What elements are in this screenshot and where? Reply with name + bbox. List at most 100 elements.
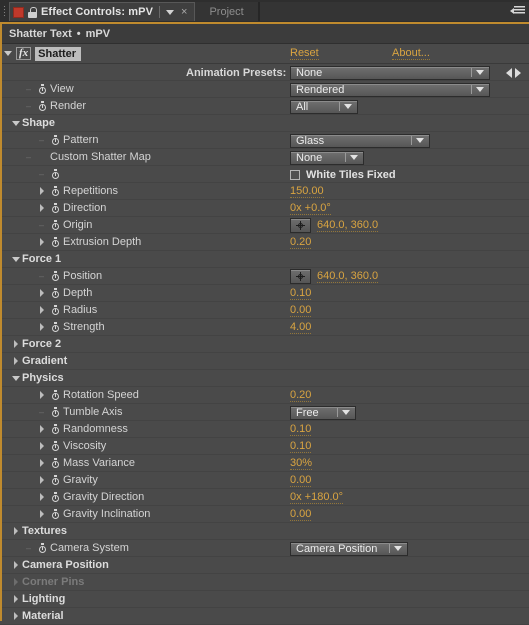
twirl-toggle[interactable] (9, 612, 22, 620)
stopwatch-icon[interactable] (48, 237, 63, 247)
row-lighting[interactable]: Lighting (0, 591, 529, 608)
point-picker-icon-position[interactable] (290, 269, 311, 284)
previous-preset-icon[interactable] (506, 67, 512, 78)
stopwatch-icon[interactable] (35, 84, 50, 94)
twirl-toggle[interactable] (9, 357, 22, 365)
row-depth[interactable]: Depth 0.10 (0, 285, 529, 302)
stopwatch-icon[interactable] (48, 322, 63, 332)
twirl-right-icon[interactable] (39, 391, 44, 399)
twirl-toggle[interactable] (9, 256, 22, 262)
twirl-right-icon[interactable] (13, 527, 18, 535)
twirl-right-icon[interactable] (39, 204, 44, 212)
stopwatch-icon[interactable] (48, 186, 63, 196)
twirl-right-icon[interactable] (13, 340, 18, 348)
twirl-toggle[interactable] (35, 476, 48, 484)
stopwatch-icon[interactable] (48, 441, 63, 451)
row-gravity-inclination[interactable]: Gravity Inclination 0.00 (0, 506, 529, 523)
stopwatch-icon[interactable] (48, 424, 63, 434)
twirl-toggle[interactable] (9, 120, 22, 126)
value-gravity[interactable]: 0.00 (290, 474, 312, 487)
twirl-right-icon[interactable] (39, 459, 44, 467)
twirl-toggle[interactable] (35, 391, 48, 399)
row-direction[interactable]: Direction 0x +0.0° (0, 200, 529, 217)
dropdown-custom-shatter-map[interactable]: None (290, 150, 364, 165)
row-shape[interactable]: Shape (0, 115, 529, 132)
twirl-toggle[interactable] (9, 578, 22, 586)
stopwatch-icon[interactable] (48, 492, 63, 502)
dropdown-view[interactable]: Rendered (290, 82, 490, 97)
stopwatch-icon[interactable] (48, 407, 63, 417)
about-button[interactable]: About... (392, 47, 430, 60)
twirl-toggle[interactable] (35, 442, 48, 450)
row-randomness[interactable]: Randomness 0.10 (0, 421, 529, 438)
row-radius[interactable]: Radius 0.00 (0, 302, 529, 319)
twirl-right-icon[interactable] (13, 561, 18, 569)
chevron-down-icon[interactable] (166, 9, 175, 15)
checkbox-white-tiles-fixed[interactable] (290, 169, 300, 180)
stopwatch-icon[interactable] (48, 305, 63, 315)
twirl-right-icon[interactable] (39, 306, 44, 314)
value-extrusion-depth[interactable]: 0.20 (290, 236, 312, 249)
stopwatch-icon[interactable] (48, 203, 63, 213)
row-render[interactable]: – Render All (0, 98, 529, 115)
twirl-toggle[interactable] (35, 187, 48, 195)
row-rotation-speed[interactable]: Rotation Speed 0.20 (0, 387, 529, 404)
dropdown-camera-system[interactable]: Camera Position (290, 541, 408, 556)
point-picker-icon-origin[interactable] (290, 218, 311, 233)
twirl-right-icon[interactable] (13, 612, 18, 620)
twirl-right-icon[interactable] (39, 187, 44, 195)
twirl-toggle[interactable] (9, 561, 22, 569)
twirl-toggle[interactable] (35, 306, 48, 314)
twirl-toggle[interactable] (35, 459, 48, 467)
close-icon[interactable]: × (178, 6, 190, 18)
row-white-tiles-fixed[interactable]: – White Tiles Fixed (0, 166, 529, 183)
value-randomness[interactable]: 0.10 (290, 423, 312, 436)
stopwatch-icon[interactable] (48, 271, 63, 281)
lock-icon[interactable] (28, 6, 37, 18)
twirl-right-icon[interactable] (13, 357, 18, 365)
value-position[interactable]: 640.0, 360.0 (317, 270, 379, 283)
panel-menu-icon[interactable] (510, 5, 526, 16)
stopwatch-icon[interactable] (48, 220, 63, 230)
stopwatch-icon[interactable] (48, 390, 63, 400)
row-camera-position[interactable]: Camera Position (0, 557, 529, 574)
twirl-right-icon[interactable] (39, 238, 44, 246)
stopwatch-icon[interactable] (48, 509, 63, 519)
dropdown-pattern[interactable]: Glass (290, 133, 430, 148)
stopwatch-icon[interactable] (35, 543, 50, 553)
row-mass-variance[interactable]: Mass Variance 30% (0, 455, 529, 472)
fx-badge-icon[interactable]: fx (16, 47, 32, 60)
value-origin[interactable]: 640.0, 360.0 (317, 219, 379, 232)
twirl-right-icon[interactable] (39, 476, 44, 484)
twirl-right-icon[interactable] (39, 493, 44, 501)
twirl-toggle[interactable] (35, 289, 48, 297)
row-textures[interactable]: Textures (0, 523, 529, 540)
row-strength[interactable]: Strength 4.00 (0, 319, 529, 336)
row-camera-system[interactable]: – Camera System Camera Position (0, 540, 529, 557)
row-extrusion-depth[interactable]: Extrusion Depth 0.20 (0, 234, 529, 251)
twirl-toggle[interactable] (35, 510, 48, 518)
value-direction[interactable]: 0x +0.0° (290, 202, 331, 215)
next-preset-icon[interactable] (515, 67, 521, 78)
row-force-2[interactable]: Force 2 (0, 336, 529, 353)
row-viscosity[interactable]: Viscosity 0.10 (0, 438, 529, 455)
value-depth[interactable]: 0.10 (290, 287, 312, 300)
stopwatch-icon[interactable] (48, 475, 63, 485)
row-gravity[interactable]: Gravity 0.00 (0, 472, 529, 489)
row-custom-shatter-map[interactable]: – Custom Shatter Map None (0, 149, 529, 166)
row-view[interactable]: – View Rendered (0, 81, 529, 98)
tab-effect-controls[interactable]: Effect Controls: mPV × (9, 2, 196, 21)
stopwatch-icon[interactable] (48, 458, 63, 468)
twirl-toggle[interactable] (35, 493, 48, 501)
animation-presets-dropdown[interactable]: None (290, 65, 490, 80)
panel-drag-handle[interactable] (0, 0, 9, 22)
effect-header-shatter[interactable]: fx Shatter Reset About... (0, 44, 529, 64)
twirl-toggle[interactable] (35, 204, 48, 212)
row-force-1[interactable]: Force 1 (0, 251, 529, 268)
twirl-toggle[interactable] (35, 238, 48, 246)
value-rotation-speed[interactable]: 0.20 (290, 389, 312, 402)
twirl-toggle[interactable] (9, 340, 22, 348)
twirl-down-icon[interactable] (11, 256, 20, 262)
twirl-toggle[interactable] (9, 375, 22, 381)
twirl-down-icon[interactable] (11, 120, 20, 126)
